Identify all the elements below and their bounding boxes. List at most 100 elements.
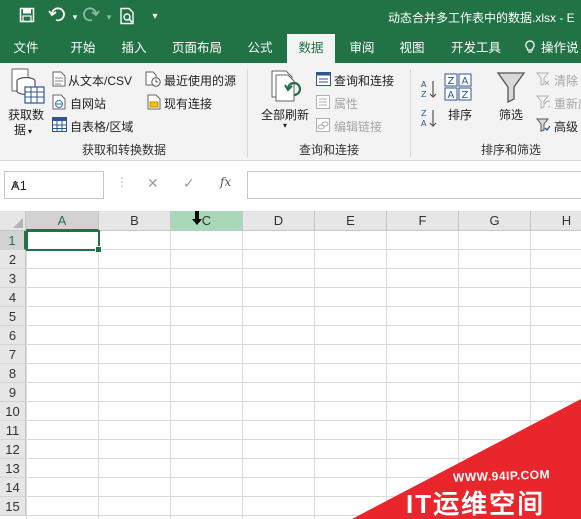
chevron-down-icon: ▾: [28, 127, 33, 136]
group-separator: [247, 69, 248, 157]
row-header-8[interactable]: 8: [0, 364, 26, 383]
from-table-range-button[interactable]: 自表格/区域: [70, 118, 133, 135]
group-separator: [410, 69, 411, 157]
row-header-11[interactable]: 11: [0, 421, 26, 440]
row-header-14[interactable]: 14: [0, 478, 26, 497]
sort-descending-icon[interactable]: ZA: [421, 108, 437, 131]
svg-text:A: A: [421, 119, 427, 128]
ribbon-tabs: 文件 开始 插入 页面布局 公式 数据 审阅 视图 开发工具 操作说: [0, 34, 581, 63]
tab-formulas[interactable]: 公式: [238, 34, 282, 63]
row-header-6[interactable]: 6: [0, 326, 26, 345]
tab-data[interactable]: 数据: [287, 34, 335, 63]
column-select-cursor-icon: [192, 211, 202, 228]
document-title: 动态合并多工作表中的数据.xlsx - E: [388, 11, 575, 25]
ribbon-data: 获取数 据 ▾ 从文本/CSV 自网站 自表格/区域 最近使用的源 现有连接 获取…: [0, 63, 581, 161]
title-bar: ▾ ▾ ▾ 动态合并多工作表中的数据.xlsx - E: [0, 0, 581, 34]
from-text-csv-button[interactable]: 从文本/CSV: [68, 72, 132, 89]
row-header-12[interactable]: 12: [0, 440, 26, 459]
get-transform-group-label: 获取和转换数据: [82, 143, 167, 157]
row-header-5[interactable]: 5: [0, 307, 26, 326]
get-data-label-line2: 据: [14, 123, 27, 137]
column-header-h[interactable]: H: [531, 211, 581, 231]
edit-links-button[interactable]: 编辑链接: [334, 118, 382, 135]
text-file-icon: [52, 71, 66, 90]
row-header-15[interactable]: 15: [0, 497, 26, 516]
edit-links-icon: [316, 118, 330, 135]
existing-connections-button[interactable]: 现有连接: [164, 95, 212, 112]
queries-group-label: 查询和连接: [299, 143, 360, 157]
tab-home[interactable]: 开始: [60, 34, 106, 63]
tab-insert[interactable]: 插入: [112, 34, 156, 63]
queries-connections-icon: [316, 72, 331, 89]
lightbulb-icon: [524, 34, 536, 62]
svg-text:A: A: [462, 76, 469, 87]
get-data-button-label2[interactable]: 据 ▾: [14, 121, 32, 138]
row-header-10[interactable]: 10: [0, 402, 26, 421]
svg-text:A: A: [421, 80, 427, 89]
column-header-a[interactable]: A: [26, 211, 99, 231]
select-all-corner[interactable]: [0, 211, 26, 231]
row-header-1[interactable]: 1: [0, 231, 26, 250]
sort-filter-group-label: 排序和筛选: [481, 143, 542, 157]
chevron-down-icon[interactable]: ▾: [283, 121, 287, 130]
tell-me-label: 操作说: [541, 41, 579, 55]
tab-view[interactable]: 视图: [390, 34, 434, 63]
sort-ascending-icon[interactable]: AZ: [421, 79, 437, 102]
column-header-b[interactable]: B: [99, 211, 171, 231]
clear-button[interactable]: 清除: [554, 72, 578, 89]
column-header-e[interactable]: E: [315, 211, 387, 231]
recent-sources-button[interactable]: 最近使用的源: [164, 72, 236, 89]
row-header-9[interactable]: 9: [0, 383, 26, 402]
filter-button[interactable]: 筛选: [499, 106, 523, 123]
formula-bar: A1 ▼ ⋮ ✕ ✓ fx: [0, 161, 581, 211]
customize-quick-access-icon[interactable]: ▾: [144, 7, 166, 27]
table-icon: [52, 117, 67, 135]
queries-connections-button[interactable]: 查询和连接: [334, 72, 394, 89]
advanced-filter-icon: [535, 118, 551, 135]
get-data-icon[interactable]: [10, 67, 46, 110]
tab-developer[interactable]: 开发工具: [444, 34, 508, 63]
column-header-g[interactable]: G: [459, 211, 531, 231]
refresh-all-icon[interactable]: [268, 69, 304, 108]
advanced-button[interactable]: 高级: [554, 118, 578, 135]
svg-text:A: A: [448, 90, 455, 101]
row-header-4[interactable]: 4: [0, 288, 26, 307]
properties-button[interactable]: 属性: [334, 95, 358, 112]
name-box[interactable]: A1 ▼: [4, 171, 104, 199]
svg-text:Z: Z: [448, 76, 455, 87]
clear-filter-icon: [535, 72, 550, 89]
insert-function-icon[interactable]: fx: [220, 175, 231, 189]
tab-page-layout[interactable]: 页面布局: [166, 34, 228, 63]
column-header-d[interactable]: D: [243, 211, 315, 231]
properties-icon: [316, 95, 330, 112]
sort-dialog-icon[interactable]: ZAAZ: [444, 73, 474, 104]
reapply-button[interactable]: 重新应: [554, 95, 581, 112]
print-preview-icon[interactable]: [116, 7, 138, 27]
enter-check-icon[interactable]: ✓: [183, 175, 195, 192]
from-web-button[interactable]: 自网站: [70, 95, 106, 112]
formula-input[interactable]: [247, 171, 581, 199]
row-header-3[interactable]: 3: [0, 269, 26, 288]
tab-tell-me[interactable]: 操作说: [524, 34, 581, 63]
row-header-7[interactable]: 7: [0, 345, 26, 364]
sort-button[interactable]: 排序: [448, 106, 472, 123]
column-header-c[interactable]: C: [171, 211, 243, 231]
save-icon[interactable]: [16, 7, 38, 27]
filter-icon[interactable]: [496, 71, 526, 106]
cancel-icon[interactable]: ✕: [147, 175, 159, 192]
web-icon: [52, 94, 66, 113]
row-header-13[interactable]: 13: [0, 459, 26, 478]
active-cell-a1[interactable]: [26, 230, 102, 253]
resize-handle-icon[interactable]: ⋮: [116, 175, 128, 189]
svg-text:Z: Z: [421, 90, 427, 99]
existing-connections-icon: [147, 94, 161, 113]
tab-file[interactable]: 文件: [6, 34, 46, 63]
row-header-2[interactable]: 2: [0, 250, 26, 269]
column-header-f[interactable]: F: [387, 211, 459, 231]
watermark-name: IT运维空间: [406, 489, 546, 519]
chevron-down-icon[interactable]: ▼: [11, 179, 98, 189]
svg-text:Z: Z: [462, 90, 469, 101]
tab-review[interactable]: 审阅: [340, 34, 384, 63]
reapply-icon: [535, 95, 552, 112]
svg-text:Z: Z: [421, 109, 427, 118]
